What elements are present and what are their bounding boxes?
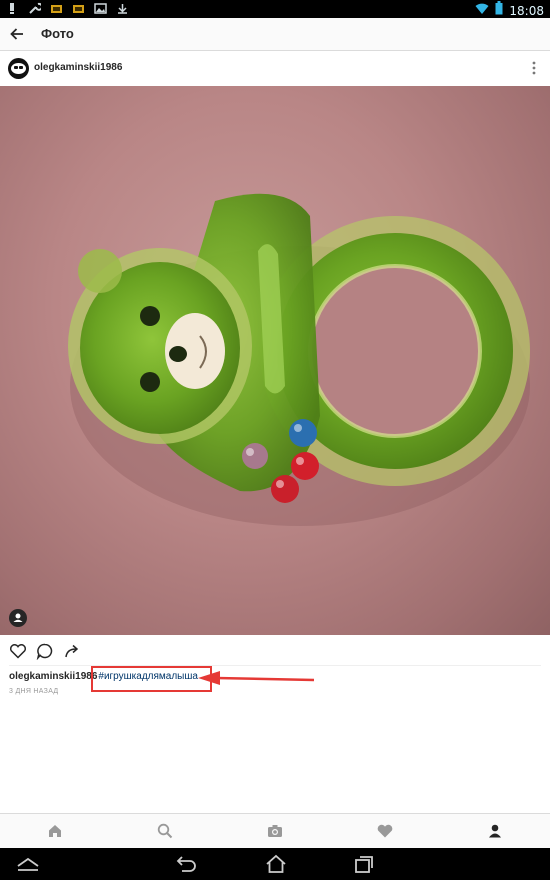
post-timestamp: 3 ДНЯ НАЗАД <box>9 688 59 695</box>
back-arrow-icon[interactable] <box>8 25 26 43</box>
post-actions <box>0 635 550 667</box>
post-photo[interactable] <box>0 86 550 635</box>
profile-icon[interactable] <box>486 822 504 840</box>
wifi-icon <box>475 2 489 20</box>
share-arrow-icon[interactable] <box>63 642 81 660</box>
caption-username[interactable]: olegkaminskii1986 <box>9 671 97 682</box>
like-heart-icon[interactable] <box>9 642 27 660</box>
home-icon[interactable] <box>46 822 64 840</box>
download-icon <box>116 2 129 15</box>
top-bar: Фото <box>0 18 550 51</box>
avatar[interactable] <box>8 58 29 79</box>
hide-icon[interactable] <box>16 854 40 874</box>
post-header: olegkaminskii1986 <box>0 51 550 86</box>
bottom-nav <box>0 813 550 848</box>
more-options-icon[interactable] <box>530 60 538 76</box>
camera-icon[interactable] <box>266 822 284 840</box>
system-nav-bar <box>0 848 550 880</box>
heart-icon[interactable] <box>376 822 394 840</box>
status-time: 18:08 <box>509 3 544 18</box>
game-icon <box>72 2 85 15</box>
wrench-icon <box>28 2 43 15</box>
image-icon <box>94 2 107 15</box>
avatar-eye <box>19 66 23 69</box>
status-bar: 18:08 <box>0 0 550 18</box>
comment-icon[interactable] <box>36 642 54 661</box>
search-icon[interactable] <box>156 822 174 840</box>
back-icon[interactable] <box>174 854 198 874</box>
recents-icon[interactable] <box>352 854 376 874</box>
annotation-highlight-box <box>91 666 212 692</box>
game-icon <box>50 2 63 15</box>
page-title: Фото <box>41 26 74 41</box>
annotation-arrow <box>198 671 315 685</box>
avatar-eye <box>14 66 18 69</box>
post-username[interactable]: olegkaminskii1986 <box>34 62 122 73</box>
home-icon[interactable] <box>264 854 288 874</box>
tagged-people-icon[interactable] <box>9 609 27 627</box>
notification-icon <box>6 2 19 15</box>
divider <box>9 665 541 666</box>
status-icons-left <box>6 2 129 15</box>
toy-illustration <box>68 193 530 526</box>
